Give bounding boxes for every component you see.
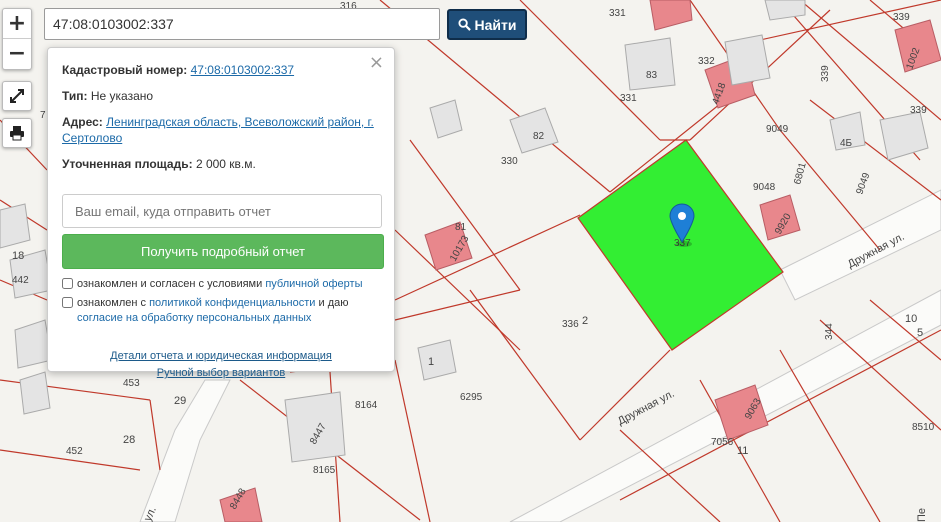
svg-text:18: 18 bbox=[12, 250, 24, 262]
address-row: Адрес: Ленинградская область, Всеволожск… bbox=[62, 114, 380, 146]
svg-text:7: 7 bbox=[40, 110, 46, 121]
svg-text:5: 5 bbox=[917, 327, 923, 339]
privacy-consent-row: ознакомлен с политикой конфиденциальност… bbox=[62, 296, 380, 326]
zoom-in-button[interactable]: + bbox=[3, 9, 31, 38]
type-row: Тип: Не указано bbox=[62, 88, 380, 104]
svg-text:10: 10 bbox=[905, 313, 917, 325]
privacy-policy-link[interactable]: политикой конфиденциальности bbox=[149, 297, 315, 309]
svg-text:339: 339 bbox=[893, 12, 910, 23]
search-button[interactable]: Найти bbox=[447, 9, 527, 40]
zoom-out-button[interactable]: − bbox=[3, 38, 31, 68]
expand-icon bbox=[10, 89, 24, 103]
public-offer-link[interactable]: публичной оферты bbox=[265, 278, 362, 290]
svg-text:8510: 8510 bbox=[912, 422, 935, 433]
offer-consent-row: ознакомлен и согласен с условиями публич… bbox=[62, 277, 380, 292]
email-field[interactable] bbox=[62, 194, 382, 228]
area-label: Уточненная площадь: bbox=[62, 157, 193, 171]
offer-consent-label: ознакомлен и согласен с условиями bbox=[77, 278, 266, 290]
svg-text:331: 331 bbox=[609, 8, 626, 19]
manual-selection-link[interactable]: Ручной выбор вариантов bbox=[157, 367, 285, 379]
zoom-control: + − bbox=[2, 8, 32, 70]
cadastral-search-input[interactable] bbox=[44, 8, 440, 40]
get-report-button[interactable]: Получить подробный отчет bbox=[62, 234, 384, 269]
svg-text:330: 330 bbox=[501, 156, 518, 167]
print-button[interactable] bbox=[2, 118, 32, 148]
svg-text:28: 28 bbox=[123, 434, 135, 446]
svg-text:339: 339 bbox=[820, 65, 831, 82]
type-value: Не указано bbox=[90, 89, 154, 103]
svg-text:442: 442 bbox=[12, 275, 29, 286]
search-button-label: Найти bbox=[474, 16, 517, 33]
offer-consent-text: ознакомлен и согласен с условиями публич… bbox=[77, 277, 363, 292]
privacy-consent-label: ознакомлен с bbox=[77, 297, 150, 309]
svg-text:1: 1 bbox=[428, 356, 434, 368]
search-icon bbox=[457, 18, 471, 31]
popup-footer-links: Детали отчета и юридическая информация Р… bbox=[62, 348, 380, 382]
svg-text:8165: 8165 bbox=[313, 465, 336, 476]
type-label: Тип: bbox=[62, 89, 88, 103]
svg-text:81: 81 bbox=[455, 222, 467, 233]
fullscreen-button[interactable] bbox=[2, 81, 32, 111]
svg-text:6295: 6295 bbox=[460, 392, 483, 403]
privacy-consent-checkbox[interactable] bbox=[62, 297, 73, 308]
personal-data-consent-link[interactable]: согласие на обработку персональных данны… bbox=[77, 312, 311, 324]
svg-text:452: 452 bbox=[66, 446, 83, 457]
svg-text:332: 332 bbox=[698, 56, 715, 67]
svg-text:11: 11 bbox=[737, 445, 748, 457]
address-link[interactable]: Ленинградская область, Всеволожский райо… bbox=[62, 115, 374, 145]
cadastral-number-label: Кадастровый номер: bbox=[62, 63, 188, 77]
svg-text:4Б: 4Б bbox=[840, 138, 853, 149]
privacy-consent-mid: и даю bbox=[315, 297, 349, 309]
area-value: 2 000 кв.м. bbox=[195, 157, 256, 171]
printer-icon bbox=[10, 126, 24, 141]
cadastral-number-row: Кадастровый номер: 47:08:0103002:337 bbox=[62, 62, 380, 78]
svg-text:2: 2 bbox=[582, 315, 588, 327]
svg-text:344: 344 bbox=[824, 323, 835, 340]
area-row: Уточненная площадь: 2 000 кв.м. bbox=[62, 156, 380, 172]
svg-text:29: 29 bbox=[174, 395, 186, 407]
svg-text:7056: 7056 bbox=[711, 437, 734, 448]
privacy-consent-text: ознакомлен с политикой конфиденциальност… bbox=[77, 296, 380, 326]
svg-text:Пе: Пе bbox=[916, 508, 928, 522]
svg-text:82: 82 bbox=[533, 131, 545, 142]
cadastral-number-link[interactable]: 47:08:0103002:337 bbox=[191, 63, 294, 77]
svg-text:9049: 9049 bbox=[766, 124, 789, 135]
svg-text:8164: 8164 bbox=[355, 400, 378, 411]
svg-text:331: 331 bbox=[620, 93, 637, 104]
parcel-info-popup: × Кадастровый номер: 47:08:0103002:337 Т… bbox=[47, 47, 395, 379]
svg-text:339: 339 bbox=[910, 105, 927, 116]
report-details-link[interactable]: Детали отчета и юридическая информация bbox=[110, 350, 332, 362]
svg-text:336: 336 bbox=[562, 319, 579, 330]
svg-text:9048: 9048 bbox=[753, 182, 776, 193]
offer-consent-checkbox[interactable] bbox=[62, 278, 73, 289]
close-icon[interactable]: × bbox=[369, 52, 384, 73]
svg-text:83: 83 bbox=[646, 70, 658, 81]
address-label: Адрес: bbox=[62, 115, 103, 129]
